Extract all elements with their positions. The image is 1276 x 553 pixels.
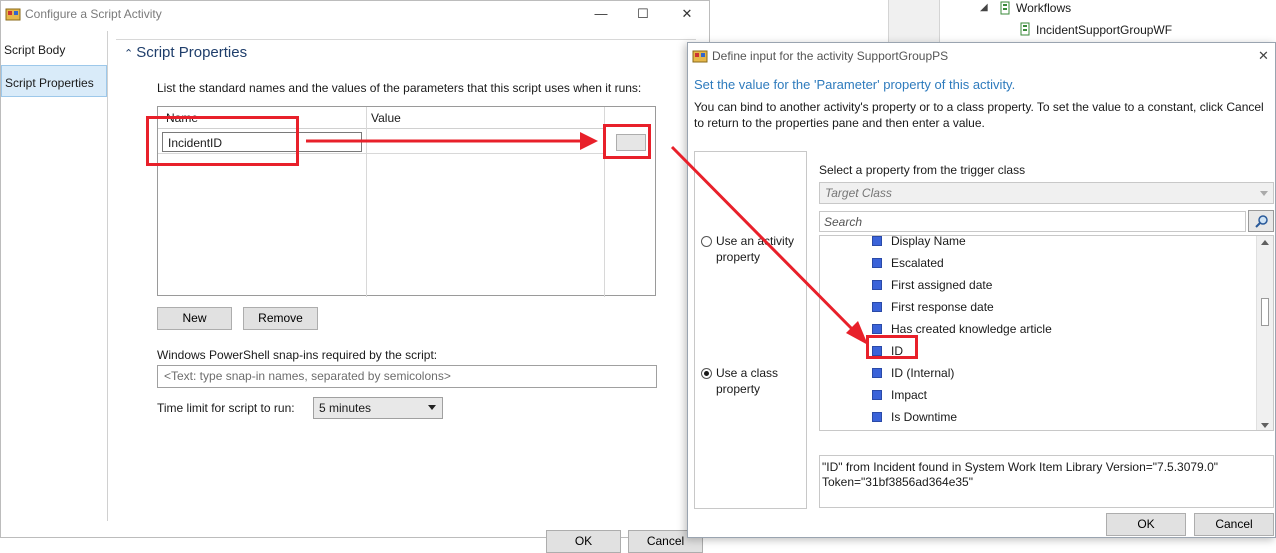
annotation-arrowhead (580, 132, 598, 150)
annotation-arrow-line (670, 145, 860, 337)
annotation-arrows (306, 132, 868, 345)
